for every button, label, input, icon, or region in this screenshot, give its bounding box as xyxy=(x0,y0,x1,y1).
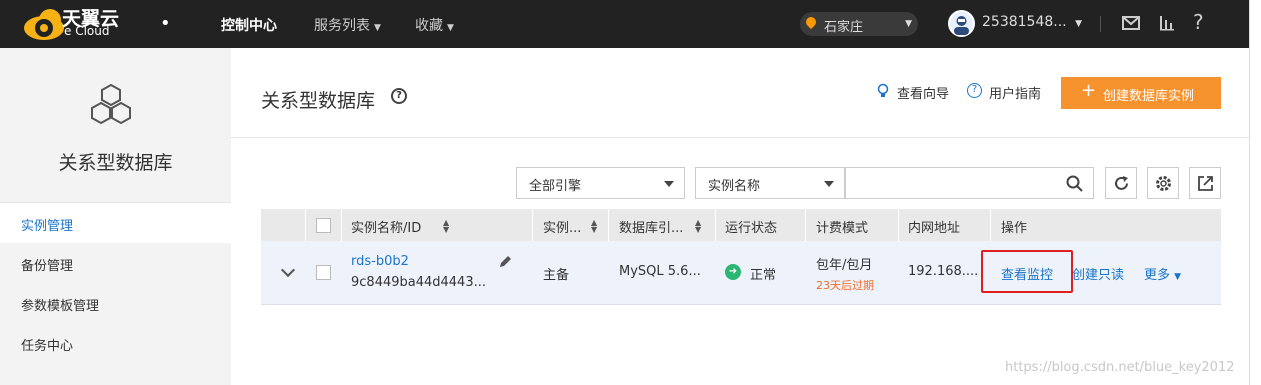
instances-table: 实例名称/ID ▲ ▼ 实例... ▲ ▼ 数据库引... ▲ ▼ 运行状态 计费模式… xyxy=(261,209,1221,306)
mail-icon[interactable] xyxy=(1122,14,1140,32)
create-instance-button[interactable]: + 创建数据库实例 xyxy=(1061,77,1221,109)
question-circle-icon: ? xyxy=(967,83,982,98)
window-edge xyxy=(1249,0,1261,385)
export-button[interactable] xyxy=(1189,167,1221,199)
nav-service-list[interactable]: 服务列表 ▼ xyxy=(314,15,381,35)
table-header: 实例名称/ID ▲ ▼ 实例... ▲ ▼ 数据库引... ▲ ▼ 运行状态 计费模式… xyxy=(261,209,1221,241)
divider xyxy=(1100,16,1101,32)
sort-icon[interactable]: ▲ ▼ xyxy=(443,219,449,234)
table-row: rds-b0b2 9c8449ba44d4443... 主备 MySQL 5.6… xyxy=(261,241,1221,305)
edit-pencil-icon[interactable] xyxy=(497,254,513,270)
sort-icon[interactable]: ▲ ▼ xyxy=(591,219,597,234)
dot-icon: • xyxy=(160,13,171,34)
caret-down-icon: ▼ xyxy=(1174,272,1182,282)
page-title: 关系型数据库 xyxy=(261,90,376,112)
refresh-icon xyxy=(1115,176,1128,190)
column-divider xyxy=(532,209,533,241)
nav-control-center[interactable]: 控制中心 xyxy=(221,15,277,35)
user-avatar-icon xyxy=(954,16,969,35)
column-header-ip: 内网地址 xyxy=(908,221,961,236)
instance-engine: MySQL 5.6... xyxy=(619,264,701,279)
highlight-box xyxy=(981,250,1073,293)
status-ok-icon: ➜ xyxy=(725,264,741,280)
column-divider xyxy=(898,209,899,241)
plus-icon: + xyxy=(1081,80,1097,101)
column-divider xyxy=(305,209,306,241)
search-field-select[interactable]: 实例名称 xyxy=(695,167,845,199)
expire-notice: 23天后过期 xyxy=(816,279,874,292)
database-hexagon-icon xyxy=(91,83,131,125)
instance-type: 主备 xyxy=(543,268,570,283)
user-id-label: 25381548... xyxy=(982,14,1067,30)
caret-down-icon: ▼ xyxy=(1075,19,1082,29)
sidebar: 关系型数据库 实例管理 备份管理 参数模板管理 任务中心 xyxy=(0,48,231,385)
column-header-engine[interactable]: 数据库引... xyxy=(619,217,683,236)
question-icon[interactable]: ? xyxy=(391,88,407,104)
top-navbar: 天翼云 e Cloud • 控制中心 服务列表 ▼ 收藏 ▼ 石家庄 ▼ 25381… xyxy=(0,0,1249,48)
sort-icon[interactable]: ▲ ▼ xyxy=(695,219,701,234)
column-divider xyxy=(608,209,609,241)
chart-bars-icon[interactable] xyxy=(1158,14,1176,32)
brand-name-en: e Cloud xyxy=(64,24,110,38)
sidebar-item-backups[interactable]: 备份管理 xyxy=(0,243,231,283)
search-input[interactable] xyxy=(845,167,1094,199)
gear-icon xyxy=(1156,176,1171,191)
column-divider xyxy=(990,209,991,241)
private-ip: 192.168.... xyxy=(908,264,979,279)
lightbulb-icon xyxy=(877,83,889,97)
sidebar-item-param-templates[interactable]: 参数模板管理 xyxy=(0,283,231,323)
instance-status: 正常 xyxy=(750,268,777,283)
chevron-down-icon[interactable] xyxy=(280,262,296,278)
create-readonly-link[interactable]: 创建只读 xyxy=(1072,264,1124,283)
column-header-actions: 操作 xyxy=(1001,221,1028,236)
caret-down-icon xyxy=(664,181,674,187)
billing-mode: 包年/包月 xyxy=(816,258,873,273)
help-icon[interactable]: ? xyxy=(1193,10,1211,34)
nav-favorites-label: 收藏 xyxy=(415,18,443,34)
more-actions-link[interactable]: 更多 ▼ xyxy=(1144,264,1181,283)
column-divider xyxy=(341,209,342,241)
engine-select-value: 全部引擎 xyxy=(529,179,582,194)
row-checkbox[interactable] xyxy=(316,265,331,280)
column-header-name[interactable]: 实例名称/ID xyxy=(351,217,421,236)
column-header-type[interactable]: 实例... xyxy=(543,217,581,236)
search-icon[interactable] xyxy=(1066,175,1083,192)
column-header-status: 运行状态 xyxy=(725,221,778,236)
more-actions-label: 更多 xyxy=(1144,268,1171,283)
caret-down-icon xyxy=(824,181,834,187)
column-divider xyxy=(805,209,806,241)
column-divider xyxy=(715,209,716,241)
settings-button[interactable] xyxy=(1147,167,1179,199)
user-account[interactable]: 25381548... ▼ xyxy=(982,14,1082,30)
nav-favorites[interactable]: 收藏 ▼ xyxy=(415,15,454,35)
avatar[interactable] xyxy=(948,10,975,37)
engine-select[interactable]: 全部引擎 xyxy=(516,167,685,199)
instance-name-link[interactable]: rds-b0b2 xyxy=(351,254,409,269)
export-icon xyxy=(1198,176,1213,191)
sidebar-title: 关系型数据库 xyxy=(58,152,173,174)
caret-down-icon: ▼ xyxy=(905,19,912,29)
select-all-checkbox[interactable] xyxy=(316,218,331,233)
column-header-billing: 计费模式 xyxy=(816,221,869,236)
user-guide-link[interactable]: 用户指南 xyxy=(989,83,1041,102)
view-guide-link[interactable]: 查看向导 xyxy=(897,83,949,102)
region-label: 石家庄 xyxy=(824,20,864,35)
search-field-value: 实例名称 xyxy=(708,179,761,194)
sidebar-item-tasks[interactable]: 任务中心 xyxy=(0,323,231,363)
page-header: 关系型数据库 ? 查看向导 ? 用户指南 + 创建数据库实例 xyxy=(231,48,1249,138)
create-instance-label: 创建数据库实例 xyxy=(1103,89,1195,104)
caret-down-icon: ▼ xyxy=(374,23,381,33)
caret-down-icon: ▼ xyxy=(447,23,454,33)
sidebar-item-instances[interactable]: 实例管理 xyxy=(0,203,231,243)
sidebar-header: 关系型数据库 xyxy=(0,48,231,203)
region-select[interactable]: 石家庄 ▼ xyxy=(800,12,918,36)
nav-service-list-label: 服务列表 xyxy=(314,18,370,34)
location-pin-icon xyxy=(803,14,819,30)
instance-id: 9c8449ba44d4443... xyxy=(351,275,486,290)
watermark: https://blog.csdn.net/blue_key2012 xyxy=(1005,360,1235,375)
refresh-button[interactable] xyxy=(1105,167,1137,199)
